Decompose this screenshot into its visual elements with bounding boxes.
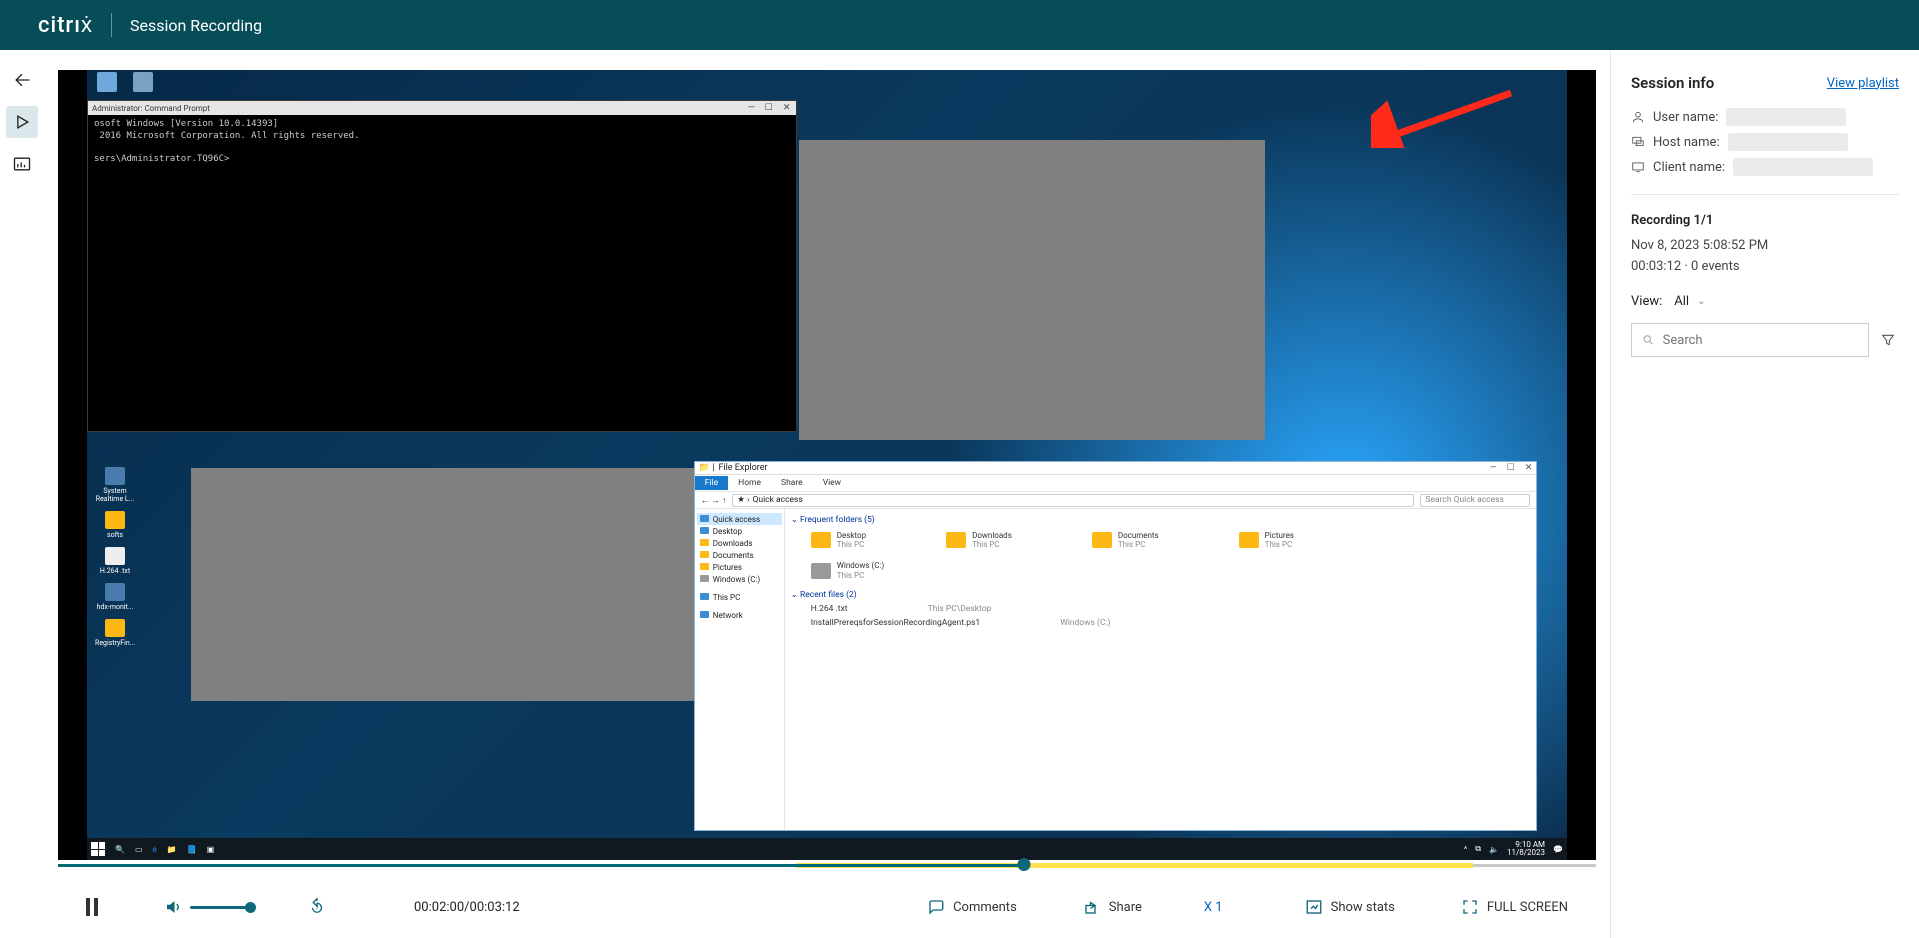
volume-icon: [164, 898, 182, 916]
host-name-field: Host name:: [1631, 133, 1899, 151]
filter-button[interactable]: [1877, 329, 1899, 351]
play-tab[interactable]: [6, 106, 38, 138]
share-button[interactable]: Share: [1075, 892, 1150, 922]
search-input[interactable]: [1663, 333, 1858, 348]
back-arrow-icon: [12, 70, 32, 90]
view-filter: View: All ⌄: [1631, 294, 1899, 309]
video-viewport[interactable]: Administrator: Command Prompt —☐✕ osoft …: [58, 70, 1596, 860]
fullscreen-button[interactable]: FULL SCREEN: [1453, 892, 1576, 922]
rewind-button[interactable]: 7: [300, 892, 334, 922]
redacted-region-left: [191, 468, 694, 701]
timeline-handle[interactable]: [1017, 858, 1030, 871]
event-search[interactable]: [1631, 323, 1869, 357]
back-button[interactable]: [6, 64, 38, 96]
events-icon: [12, 154, 32, 174]
play-outline-icon: [12, 112, 32, 132]
panel-divider: [1631, 194, 1899, 195]
client-icon: [1631, 160, 1645, 174]
filter-icon: [1880, 332, 1896, 348]
recording-title: Recording 1/1: [1631, 213, 1899, 228]
share-icon: [1083, 898, 1101, 916]
desktop-icons-left: System Realtime L... softs H.264 .txt hd…: [95, 467, 155, 655]
host-icon: [1631, 135, 1645, 149]
player-controls: 7 00:02:00/00:03:12 Comments Share X 1: [44, 876, 1610, 938]
client-name-field: Client name:: [1631, 158, 1899, 176]
speed-selector[interactable]: X 1: [1190, 894, 1237, 921]
view-playlist-link[interactable]: View playlist: [1827, 76, 1899, 91]
desktop-icons-top: [95, 72, 155, 100]
svg-text:7: 7: [316, 905, 319, 911]
volume-button[interactable]: [156, 892, 190, 922]
recorded-taskbar: 🔍▭e📁📘▣ ^⧉🔈 9:10 AM 11/8/2023 💬: [87, 838, 1567, 860]
show-stats-button[interactable]: Show stats: [1297, 892, 1403, 922]
timeline-progress: [58, 864, 1024, 867]
left-rail: [0, 50, 44, 938]
recorded-desktop: Administrator: Command Prompt —☐✕ osoft …: [87, 70, 1567, 860]
search-icon: [1642, 333, 1655, 347]
view-select[interactable]: All: [1674, 294, 1689, 309]
session-info-panel: Session info View playlist User name: Ho…: [1611, 50, 1919, 938]
recording-date: Nov 8, 2023 5:08:52 PM: [1631, 238, 1899, 253]
pause-button[interactable]: [78, 892, 106, 922]
file-explorer-window: 📁 | File Explorer —☐✕ File Home Share Vi…: [694, 461, 1538, 831]
header-divider: [111, 13, 112, 37]
events-tab[interactable]: [6, 148, 38, 180]
rewind-icon: 7: [308, 898, 326, 916]
cmd-window-controls: —☐✕: [748, 103, 797, 113]
time-display: 00:02:00/00:03:12: [414, 900, 520, 915]
comment-icon: [927, 898, 945, 916]
cmd-title: Administrator: Command Prompt: [92, 104, 210, 113]
user-icon: [1631, 110, 1645, 124]
app-header: citrıẋ Session Recording: [0, 0, 1919, 50]
annotation-arrow: [1371, 88, 1516, 148]
app-title: Session Recording: [130, 16, 262, 35]
cmd-body: osoft Windows [Version 10.0.14393] 2016 …: [88, 115, 796, 170]
session-info-title: Session info: [1631, 74, 1714, 92]
redacted-region-top: [799, 140, 1265, 440]
pause-icon: [86, 898, 98, 916]
brand-logo: citrıẋ: [38, 12, 93, 38]
player-column: Administrator: Command Prompt —☐✕ osoft …: [44, 50, 1611, 938]
timeline[interactable]: [58, 860, 1596, 872]
cmd-window: Administrator: Command Prompt —☐✕ osoft …: [87, 100, 797, 432]
user-name-field: User name:: [1631, 108, 1899, 126]
fullscreen-icon: [1461, 898, 1479, 916]
recording-meta: 00:03:12 · 0 events: [1631, 259, 1899, 274]
volume-slider[interactable]: [190, 906, 250, 909]
chevron-down-icon: ⌄: [1697, 296, 1705, 307]
comments-button[interactable]: Comments: [919, 892, 1025, 922]
stats-icon: [1305, 898, 1323, 916]
